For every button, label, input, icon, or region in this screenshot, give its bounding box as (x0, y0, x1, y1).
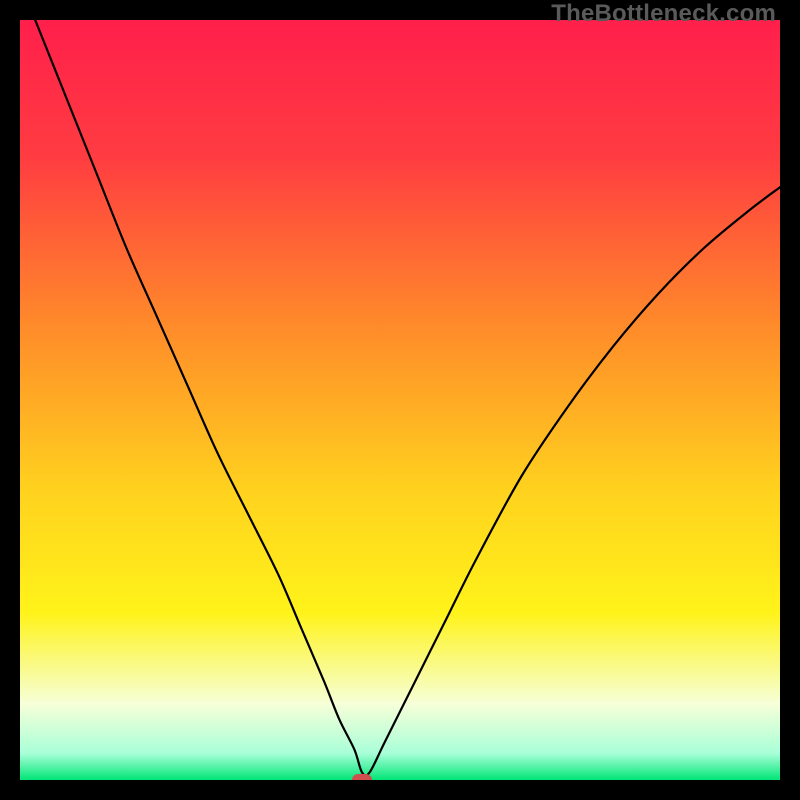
bottleneck-marker (352, 774, 372, 780)
chart-frame: TheBottleneck.com (0, 0, 800, 800)
plot-area (20, 20, 780, 780)
bottleneck-curve (20, 20, 780, 780)
watermark-text: TheBottleneck.com (551, 0, 776, 28)
